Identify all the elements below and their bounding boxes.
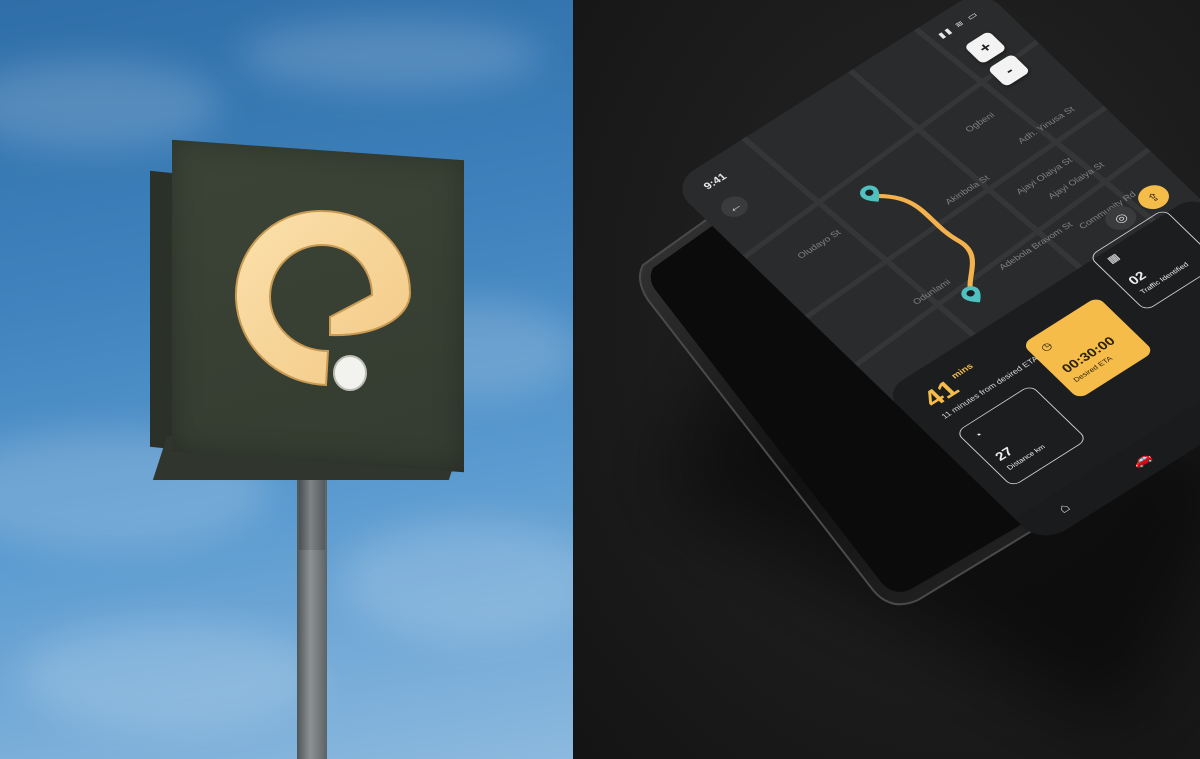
sky-photo-panel	[0, 0, 573, 759]
phone-mockup-panel: Oludayo St Odunlami Adebola Bravom St Ak…	[573, 0, 1200, 759]
cloud	[240, 20, 540, 90]
phone-device: Oludayo St Odunlami Adebola Bravom St Ak…	[573, 0, 1200, 759]
eta-unit: mins	[949, 362, 976, 381]
cloud	[20, 620, 320, 730]
cloud	[0, 60, 220, 150]
desired-eta-card[interactable]: ◷ 00:30:00 Desired ETA	[1021, 296, 1155, 400]
brand-logo-icon	[234, 209, 412, 391]
sign-side-panel	[150, 170, 174, 450]
cloud	[340, 520, 573, 640]
car-icon[interactable]: 🚗	[1127, 449, 1156, 471]
home-icon[interactable]: ⌂	[1055, 501, 1074, 517]
